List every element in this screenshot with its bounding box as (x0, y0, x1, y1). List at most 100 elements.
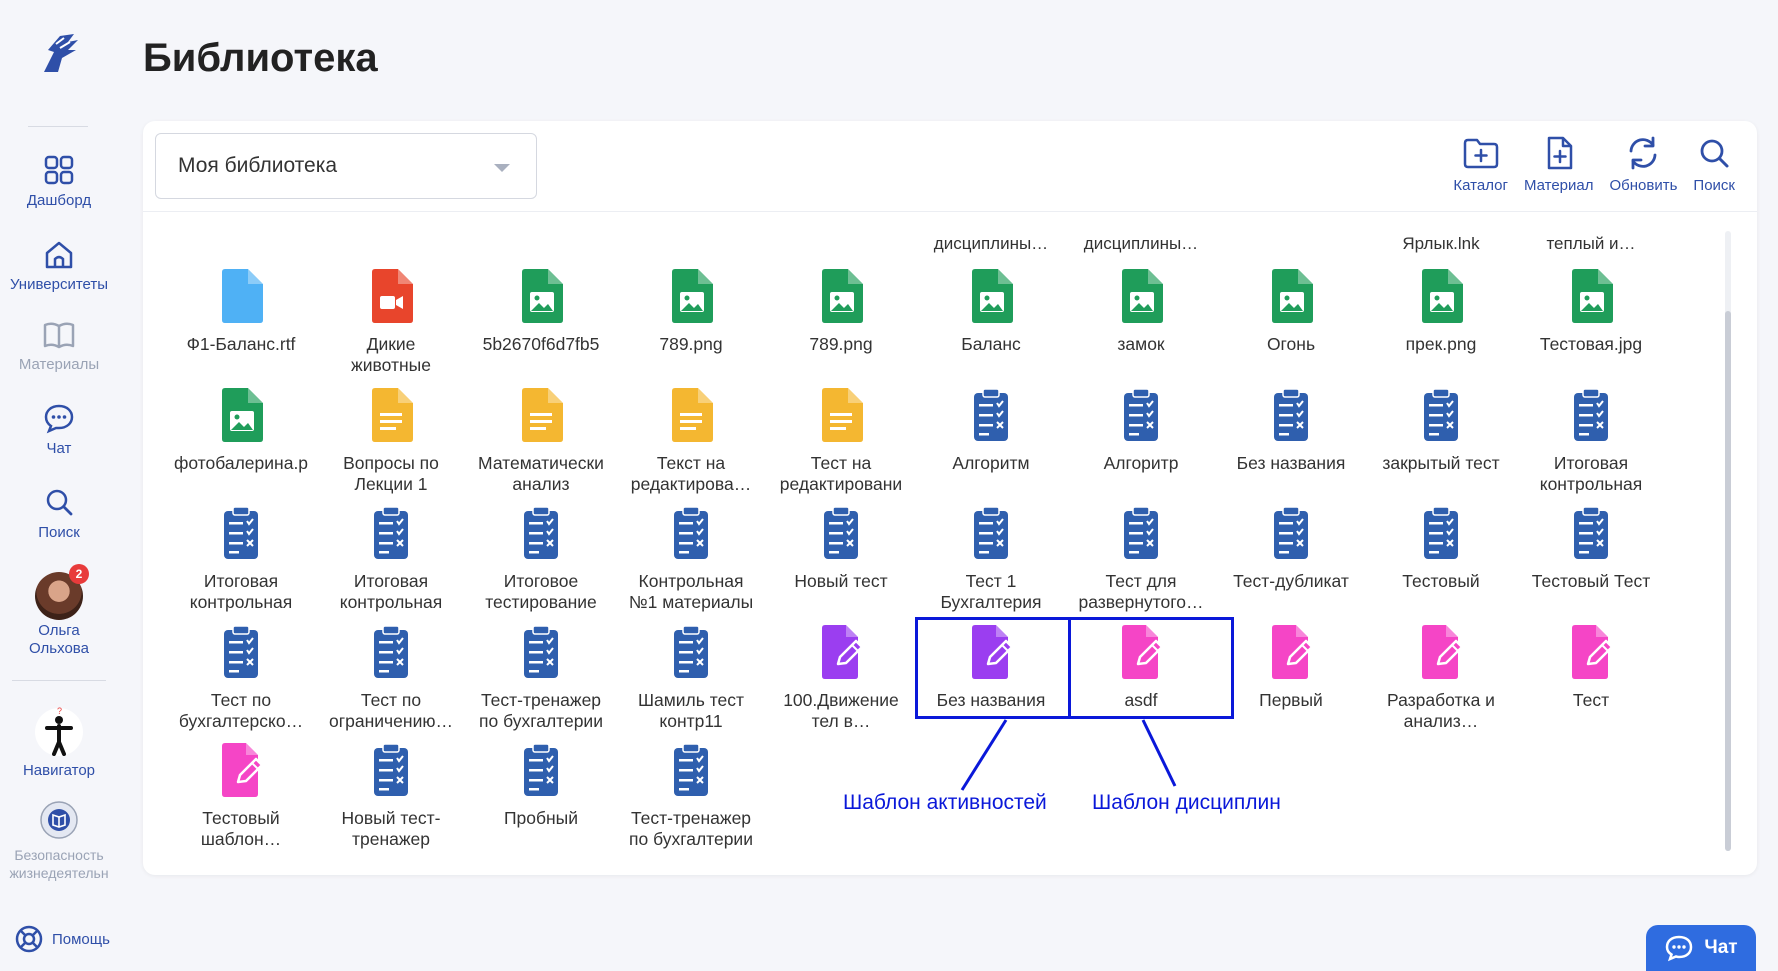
file-item[interactable]: Итоговое тестирование (468, 505, 614, 613)
file-name-partial[interactable]: дисциплины… (1068, 234, 1214, 254)
refresh-button[interactable]: Обновить (1606, 135, 1682, 194)
sidebar-divider (12, 680, 106, 681)
file-item[interactable]: закрытый тест (1368, 387, 1514, 474)
sidebar-item-course[interactable]: Безопасность жизнедеятельн (0, 800, 118, 882)
file-item[interactable]: Первый (1218, 624, 1364, 711)
file-item[interactable]: Тест на редактировани (768, 387, 914, 495)
sidebar-item-dashboard[interactable]: Дашборд (0, 154, 118, 210)
file-name-partial[interactable]: теплый и… (1518, 234, 1664, 254)
help-link[interactable]: Помощь (14, 924, 110, 954)
test-checklist-icon (524, 506, 558, 559)
sidebar-item-chat[interactable]: Чат (0, 402, 118, 458)
file-name: Пробный (503, 808, 579, 828)
sidebar-item-label: жизнедеятельн (9, 865, 109, 881)
file-item[interactable]: Без названия (1218, 387, 1364, 474)
file-item[interactable]: Контрольная №1 материалы (618, 505, 764, 613)
file-name: шаблон… (200, 829, 282, 849)
file-name: Тестовый Тест (1531, 571, 1651, 591)
toolbar-label: Материал (1523, 177, 1594, 194)
scrollbar[interactable] (1725, 231, 1731, 851)
file-name: Шамиль тест (637, 689, 745, 710)
file-item[interactable]: Алгоритм (918, 387, 1064, 474)
file-item[interactable]: Ф1-Баланс.rtf (168, 268, 314, 355)
file-item[interactable]: Тест-тренажер по бухгалтерии (618, 742, 764, 850)
file-item[interactable]: Тест (1518, 624, 1664, 711)
test-checklist-icon (1574, 387, 1608, 441)
file-name: Тест по (360, 689, 422, 710)
file-item[interactable]: замок (1068, 268, 1214, 355)
file-item[interactable]: Итоговая контрольная (318, 505, 464, 613)
add-material-button[interactable]: Материал (1520, 135, 1598, 194)
file-name: Баланс (961, 334, 1021, 354)
chat-icon (1666, 935, 1693, 962)
file-name: Итоговая (353, 571, 429, 591)
file-name: Тест по (210, 689, 272, 710)
file-name: Итоговая (1553, 452, 1629, 473)
annotation-discipline-template: Шаблон дисциплин (1092, 791, 1281, 814)
template-edit-icon (822, 624, 864, 679)
sidebar-item-universities[interactable]: Университеты (0, 240, 118, 294)
sidebar-item-search[interactable]: Поиск (0, 486, 118, 542)
chat-button[interactable]: Чат (1646, 925, 1756, 971)
file-item[interactable]: Шамиль тест контр11 (618, 624, 764, 732)
file-name: по бухгалтерии (479, 710, 603, 731)
scrollbar-thumb[interactable] (1725, 311, 1731, 851)
file-item[interactable]: 789.png (618, 268, 764, 355)
search-icon (1700, 139, 1729, 168)
sidebar-item-navigator[interactable]: ? Навигатор (0, 706, 118, 780)
file-item[interactable]: Разработка и анализ… (1368, 624, 1514, 732)
university-icon (45, 241, 73, 269)
file-item[interactable]: 789.png (768, 268, 914, 355)
file-item[interactable]: Тест по ограничению… (318, 624, 464, 732)
template-edit-icon (1422, 624, 1464, 679)
file-name-partial[interactable]: дисциплины… (918, 234, 1064, 254)
file-item[interactable]: Текст на редактирова… (618, 387, 764, 495)
file-name-partial[interactable]: Ярлык.lnk (1368, 234, 1514, 254)
file-item[interactable]: Вопросы по Лекции 1 (318, 387, 464, 495)
file-item[interactable]: Тест по бухгалтерско… (168, 624, 314, 732)
file-item[interactable]: Математически анализ (468, 387, 614, 495)
file-item[interactable]: Тест для развернутого… (1068, 505, 1214, 613)
file-item[interactable]: Тестовый (1368, 505, 1514, 592)
file-item[interactable]: Огонь (1218, 268, 1364, 355)
file-item[interactable]: Тест-тренажер по бухгалтерии (468, 624, 614, 732)
sidebar-divider (28, 126, 88, 127)
file-item[interactable]: Тест 1 Бухгалтерия (918, 505, 1064, 613)
file-item[interactable]: Итоговая контрольная (1518, 387, 1664, 495)
file-name: Тест (1572, 689, 1610, 710)
file-name: Ф1-Баланс.rtf (186, 334, 296, 354)
file-name: Тестовая.jpg (1539, 334, 1643, 354)
sidebar-item-materials[interactable]: Материалы (0, 320, 118, 374)
file-name: по бухгалтерии (629, 829, 753, 849)
file-item[interactable]: Тестовый шаблон… (168, 742, 314, 850)
test-checklist-icon (524, 624, 558, 678)
file-item[interactable]: Тестовая.jpg (1518, 268, 1664, 355)
file-name: замок (1117, 334, 1165, 354)
file-item[interactable]: фотобалерина.p (168, 387, 314, 474)
file-item[interactable]: прек.png (1368, 268, 1514, 355)
file-item[interactable]: Новый тест-тренажер (318, 742, 464, 850)
document-file-icon (672, 387, 713, 442)
add-catalog-button[interactable]: Каталог (1449, 135, 1512, 194)
file-item[interactable]: Тестовый Тест (1518, 505, 1664, 592)
template-edit-icon (1272, 624, 1314, 679)
sidebar-item-label: Материалы (18, 356, 100, 373)
file-item[interactable]: Пробный (468, 742, 614, 829)
file-item[interactable]: Итоговая контрольная (168, 505, 314, 613)
file-item[interactable]: Баланс (918, 268, 1064, 355)
chat-icon (44, 404, 74, 434)
file-item[interactable]: 5b2670f6d7fb5 (468, 268, 614, 355)
sidebar-user[interactable]: 2 Ольга Ольхова (0, 564, 118, 658)
file-item[interactable]: 100.Движение тел в… (768, 624, 914, 732)
search-button[interactable]: Поиск (1689, 135, 1739, 194)
logo-icon[interactable] (34, 28, 86, 80)
navigator-icon: ? (35, 706, 83, 756)
sidebar-item-label: Дашборд (26, 192, 92, 209)
file-name: Тестовый (202, 808, 280, 828)
file-item[interactable]: Тест-дубликат (1218, 505, 1364, 592)
avatar[interactable]: 2 (35, 564, 89, 620)
file-item[interactable]: Новый тест (768, 505, 914, 592)
library-select[interactable]: Моя библиотека (155, 133, 537, 199)
file-item[interactable]: Дикие животные (318, 268, 464, 376)
file-item[interactable]: Алгоритр (1068, 387, 1214, 474)
